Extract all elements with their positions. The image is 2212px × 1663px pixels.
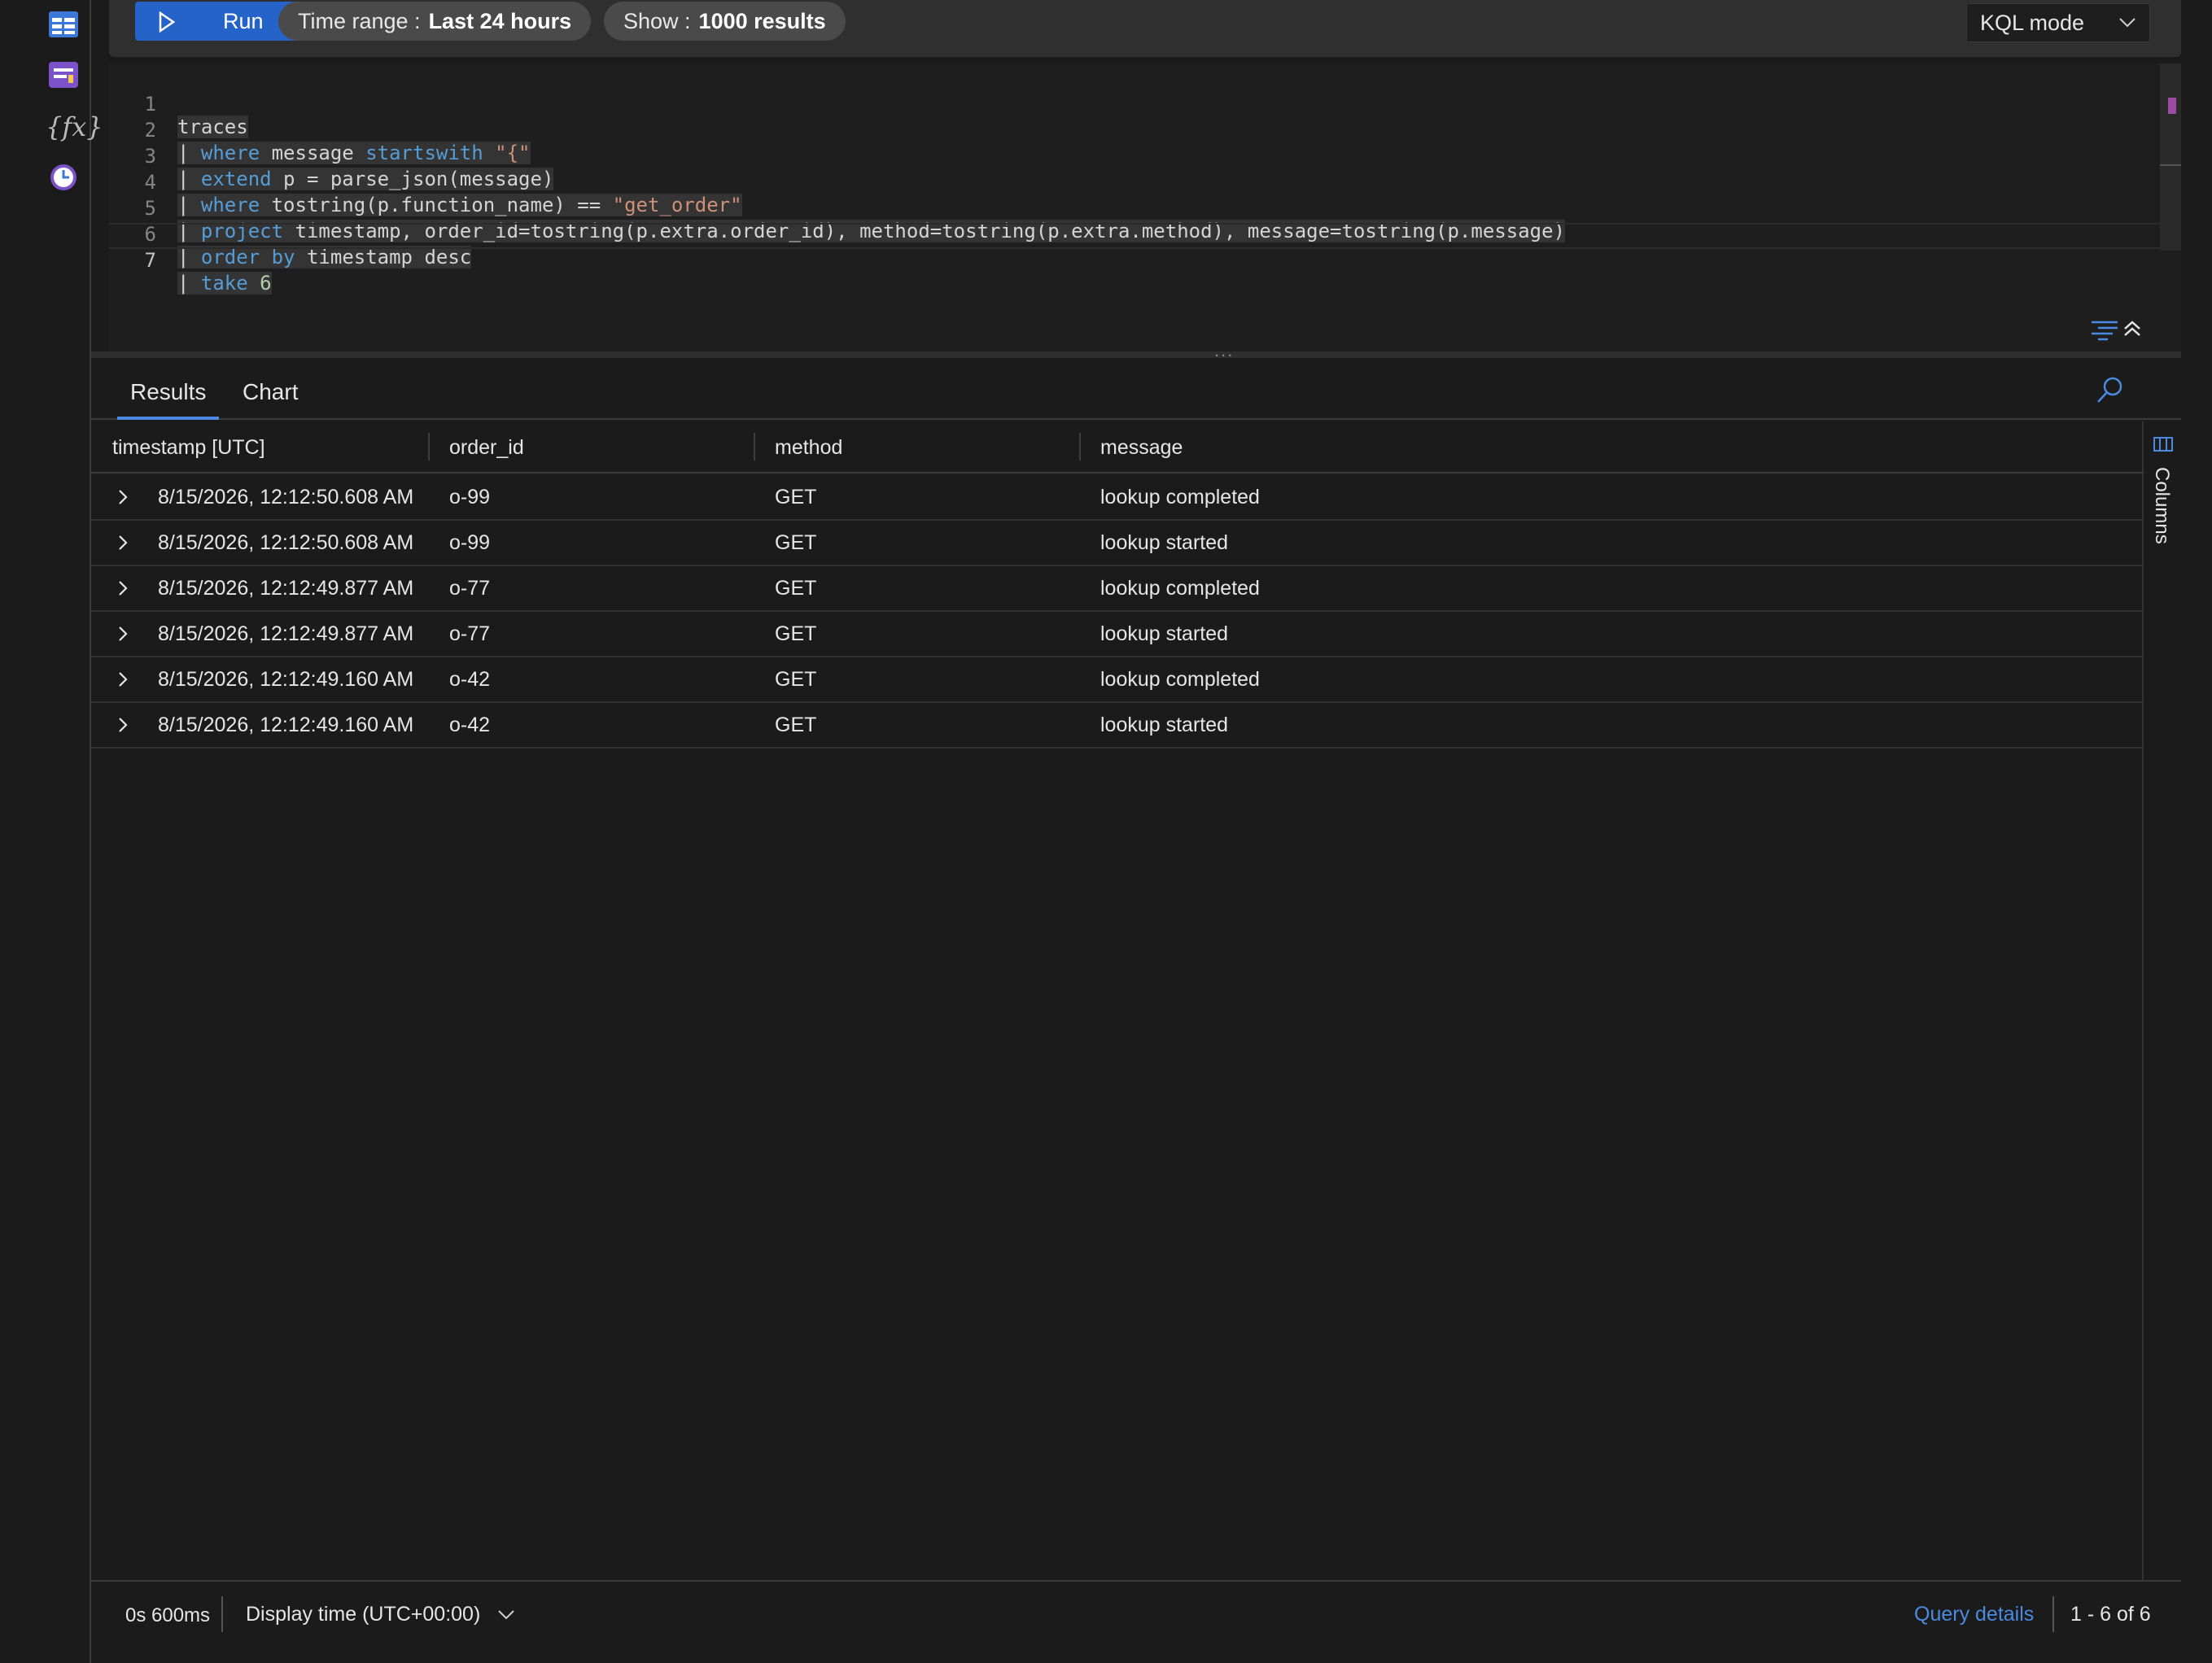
editor-scrollbar[interactable] (2160, 63, 2181, 251)
cell-message: lookup completed (1100, 668, 1260, 691)
editor-line: 1 traces (109, 68, 2160, 138)
cell-method: GET (775, 622, 817, 645)
results-grid: timestamp [UTC] order_id method message … (91, 421, 2144, 1587)
cell-message: lookup started (1100, 531, 1229, 554)
chevron-right-icon[interactable] (117, 625, 129, 643)
mode-label: KQL mode (1980, 10, 2085, 35)
chevron-down-icon (2119, 18, 2135, 28)
table-row[interactable]: 8/15/2026, 12:12:49.160 AM o-42 GET lookup … (91, 657, 2144, 703)
chevron-down-icon (498, 1610, 514, 1620)
cell-timestamp: 8/15/2026, 12:12:49.160 AM (158, 714, 414, 736)
table-row[interactable]: 8/15/2026, 12:12:49.877 AM o-77 GET lookup … (91, 612, 2144, 657)
tab-results[interactable]: Results (116, 379, 220, 420)
time-range-value: Last 24 hours (428, 8, 572, 33)
time-range-picker[interactable]: Time range : Last 24 hours (278, 2, 592, 41)
tab-chart[interactable]: Chart (243, 379, 298, 405)
column-resize-handle[interactable] (1079, 433, 1081, 460)
chevron-right-icon[interactable] (117, 488, 129, 506)
cell-message: lookup started (1100, 714, 1229, 736)
result-count: 1 - 6 of 6 (2070, 1603, 2151, 1626)
display-time-label: Display time (UTC+00:00) (246, 1603, 481, 1626)
chevron-right-icon[interactable] (117, 534, 129, 552)
left-rail: {fx} (0, 0, 103, 1663)
cell-message: lookup completed (1100, 486, 1260, 509)
results-pane: Results Chart timestamp [UTC] order_id m… (91, 358, 2181, 1587)
query-duration: 0s 600ms (125, 1604, 211, 1626)
scroll-thumb[interactable] (2160, 164, 2181, 166)
line-number: 7 (144, 249, 156, 272)
cell-order-id: o-42 (449, 714, 491, 736)
show-results-picker[interactable]: Show : 1000 results (604, 2, 846, 41)
cell-method: GET (775, 577, 817, 600)
cell-timestamp: 8/15/2026, 12:12:50.608 AM (158, 531, 414, 554)
column-resize-handle[interactable] (428, 433, 430, 460)
table-row[interactable]: 8/15/2026, 12:12:50.608 AM o-99 GET lookup … (91, 521, 2144, 566)
query-toolbar: Run Time range : Last 24 hours Show : 10… (109, 0, 2181, 57)
cell-timestamp: 8/15/2026, 12:12:49.160 AM (158, 668, 414, 691)
time-range-key: Time range : (298, 8, 421, 33)
cell-method: GET (775, 486, 817, 509)
results-tabs: Results Chart (91, 358, 2181, 420)
editor-line-active: 7 | take 6 (109, 223, 2160, 295)
cell-message: lookup completed (1100, 577, 1260, 600)
scroll-marker (2168, 98, 2176, 114)
chevron-right-icon[interactable] (117, 716, 129, 734)
divider (2052, 1596, 2054, 1632)
column-resize-handle[interactable] (754, 433, 755, 460)
queries-icon[interactable] (47, 59, 80, 91)
table-row[interactable]: 8/15/2026, 12:12:49.160 AM o-42 GET lookup … (91, 703, 2144, 749)
chevron-right-icon[interactable] (117, 670, 129, 688)
columns-panel-toggle[interactable]: Columns (2145, 421, 2181, 1587)
play-icon (159, 11, 176, 33)
cell-method: GET (775, 668, 817, 691)
table-row[interactable]: 8/15/2026, 12:12:49.877 AM o-77 GET lookup … (91, 566, 2144, 612)
query-details-link[interactable]: Query details (1914, 1603, 2034, 1626)
editor-line: 5 | project timestamp, order_id=tostring… (109, 172, 2160, 242)
divider (221, 1596, 223, 1632)
cell-order-id: o-77 (449, 577, 491, 600)
columns-label: Columns (2151, 467, 2173, 544)
cell-timestamp: 8/15/2026, 12:12:49.877 AM (158, 622, 414, 645)
show-value: 1000 results (698, 8, 826, 33)
code-line: | take 6 (177, 272, 272, 295)
editor-line: 3 | extend p = parse_json(message) (109, 120, 2160, 190)
columns-icon (2153, 437, 2173, 452)
editor-line: 4 | where tostring(p.function_name) == "… (109, 146, 2160, 216)
run-label: Run (223, 9, 264, 33)
status-bar: 0s 600ms Display time (UTC+00:00) Query … (91, 1580, 2181, 1647)
column-header-timestamp[interactable]: timestamp [UTC] (112, 421, 265, 474)
cell-order-id: o-99 (449, 531, 491, 554)
editor-line: 2 | where message startswith "{" (109, 94, 2160, 164)
collapse-editor-icon[interactable] (2122, 319, 2142, 338)
editor-tools (2090, 317, 2142, 345)
query-editor[interactable]: 1 traces 2 | where message startswith "{… (109, 63, 2181, 351)
cell-order-id: o-77 (449, 622, 491, 645)
cell-order-id: o-99 (449, 486, 491, 509)
column-header-method[interactable]: method (775, 421, 842, 474)
column-header-order-id[interactable]: order_id (449, 421, 524, 474)
editor-line: 6 | order by timestamp desc (109, 199, 2160, 268)
tables-icon[interactable] (47, 8, 80, 41)
functions-icon[interactable]: {fx} (46, 107, 103, 146)
cell-message: lookup started (1100, 622, 1229, 645)
cell-method: GET (775, 714, 817, 736)
table-row[interactable]: 8/15/2026, 12:12:50.608 AM o-99 GET lookup … (91, 475, 2144, 521)
column-header-message[interactable]: message (1100, 421, 1183, 474)
format-query-icon[interactable] (2090, 317, 2121, 342)
search-icon[interactable] (2093, 374, 2126, 407)
display-time-selector[interactable]: Display time (UTC+00:00) (246, 1603, 515, 1626)
chevron-right-icon[interactable] (117, 579, 129, 597)
cell-timestamp: 8/15/2026, 12:12:49.877 AM (158, 577, 414, 600)
grid-header: timestamp [UTC] order_id method message (91, 421, 2144, 474)
history-icon[interactable] (47, 161, 80, 194)
cell-timestamp: 8/15/2026, 12:12:50.608 AM (158, 486, 414, 509)
show-key: Show : (623, 8, 691, 33)
cell-order-id: o-42 (449, 668, 491, 691)
pane-splitter[interactable]: ... (91, 340, 2181, 360)
mode-select[interactable]: KQL mode (1966, 3, 2150, 42)
cell-method: GET (775, 531, 817, 554)
